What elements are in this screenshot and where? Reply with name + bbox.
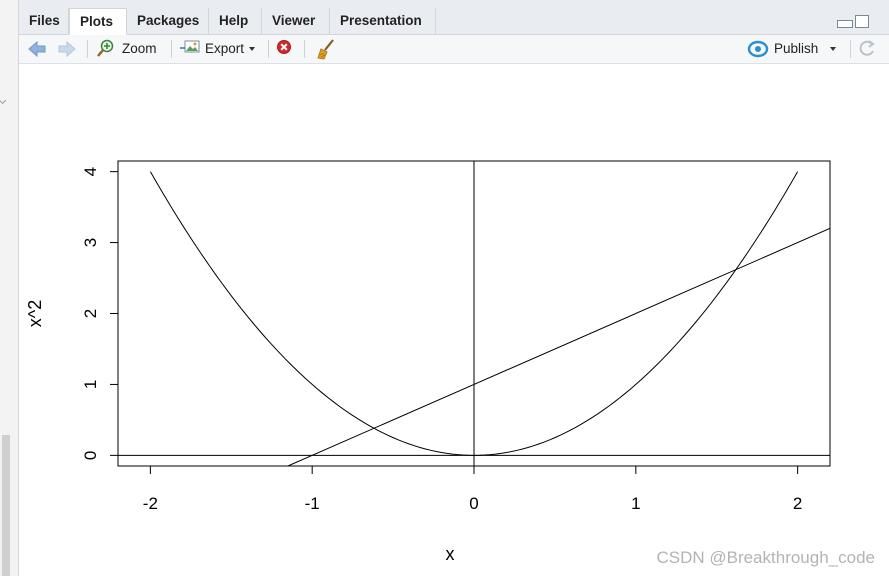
plots-toolbar: Zoom Export Publish xyxy=(19,35,889,64)
refresh-button[interactable] xyxy=(857,38,877,60)
y-tick-label: 4 xyxy=(81,167,100,176)
toolbar-separator xyxy=(304,40,305,58)
tab-viewer[interactable]: Viewer xyxy=(262,8,330,34)
zoom-button[interactable]: Zoom xyxy=(96,38,162,60)
tab-help[interactable]: Help xyxy=(209,8,262,34)
plot-svg: -2 -1 0 1 2 0 1 2 3 4 x x^2 xyxy=(25,160,831,564)
x-tick-label: -2 xyxy=(143,494,158,513)
zoom-label: Zoom xyxy=(122,41,157,56)
back-button[interactable] xyxy=(27,38,47,60)
watermark: CSDN @Breakthrough_code xyxy=(656,548,875,567)
export-label: Export xyxy=(205,41,245,56)
x-tick-label: -1 xyxy=(305,494,320,513)
tab-packages[interactable]: Packages xyxy=(127,8,209,34)
remove-plot-button[interactable] xyxy=(275,38,297,60)
caret-down-icon xyxy=(830,47,836,51)
export-image-icon xyxy=(180,40,200,53)
refresh-icon xyxy=(859,40,875,56)
window-controls xyxy=(837,15,871,31)
broom-icon xyxy=(317,39,334,60)
zoom-magnifier-icon xyxy=(97,39,114,57)
tab-files[interactable]: Files xyxy=(19,8,69,34)
arrow-right-icon xyxy=(58,40,76,58)
tab-plots[interactable]: Plots xyxy=(69,8,127,35)
x-tick-label: 1 xyxy=(631,494,640,513)
y-tick-label: 3 xyxy=(81,238,100,247)
plots-pane: Files Plots Packages Help Viewer Present… xyxy=(19,0,889,576)
toolbar-separator xyxy=(850,40,851,58)
publish-icon xyxy=(747,40,769,58)
toolbar-separator xyxy=(268,40,269,58)
y-tick-label: 0 xyxy=(81,451,100,460)
y-axis-label: x^2 xyxy=(25,300,45,327)
y-tick-label: 1 xyxy=(81,380,100,389)
left-pane-gutter xyxy=(0,0,19,576)
x-axis-label: x xyxy=(446,544,455,564)
tab-bar: Files Plots Packages Help Viewer Present… xyxy=(19,0,889,35)
caret-down-icon xyxy=(249,47,255,51)
publish-label: Publish xyxy=(774,41,819,56)
tab-presentation[interactable]: Presentation xyxy=(330,8,436,34)
forward-button[interactable] xyxy=(57,38,77,60)
x-tick-label: 2 xyxy=(793,494,802,513)
arrow-left-icon xyxy=(28,40,46,58)
series-line-2 xyxy=(287,227,830,466)
export-menu-button[interactable]: Export xyxy=(179,38,261,60)
publish-button[interactable]: Publish xyxy=(747,38,843,60)
clear-all-plots-button[interactable] xyxy=(315,38,337,60)
toolbar-separator xyxy=(87,40,88,58)
maximize-pane-button[interactable] xyxy=(855,15,869,28)
toolbar-separator xyxy=(171,40,172,58)
scrollbar-thumb[interactable] xyxy=(2,435,10,576)
minimize-pane-button[interactable] xyxy=(837,20,853,28)
plot-area: -2 -1 0 1 2 0 1 2 3 4 x x^2 xyxy=(19,64,889,576)
x-tick-label: 0 xyxy=(469,494,478,513)
y-tick-label: 2 xyxy=(81,309,100,318)
remove-circle-icon xyxy=(277,40,291,54)
collapse-arrow-icon xyxy=(0,96,7,105)
